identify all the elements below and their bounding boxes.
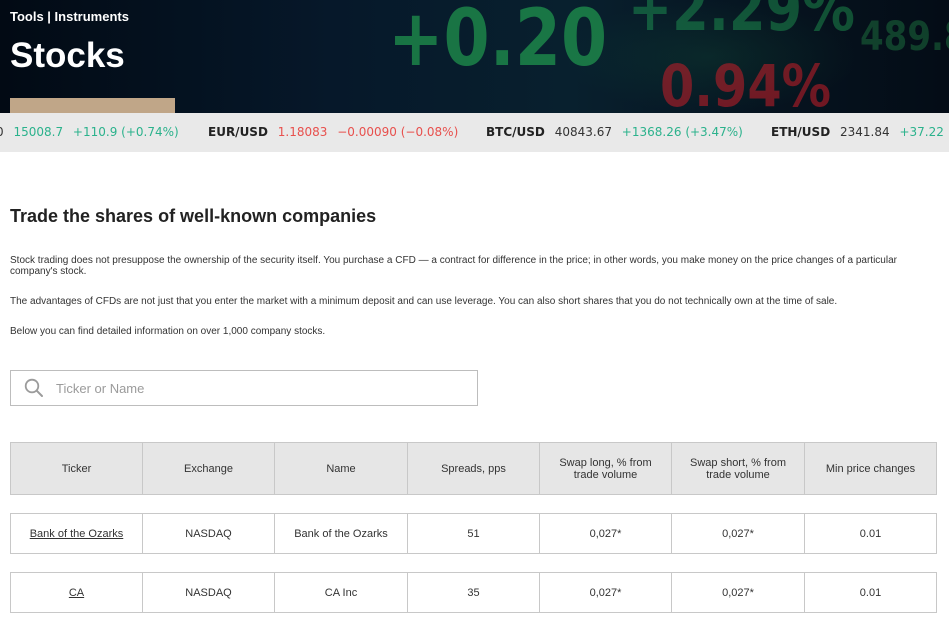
- name-cell: CA Inc: [274, 572, 408, 613]
- table-row: CA NASDAQ CA Inc 35 0,027* 0,027* 0.01: [10, 572, 937, 613]
- search-input[interactable]: [56, 371, 466, 405]
- min-price-cell: 0.01: [804, 513, 937, 554]
- ticker-link[interactable]: Bank of the Ozarks: [30, 528, 124, 540]
- spreads-cell: 51: [407, 513, 540, 554]
- ticker-change: +1368.26: [621, 125, 682, 139]
- swap-long-cell: 0,027*: [539, 572, 672, 613]
- ticker-percent: (+0.74%): [121, 125, 179, 139]
- ticker-price: 2341.84: [839, 125, 890, 139]
- swap-long-cell: 0,027*: [539, 513, 672, 554]
- breadcrumb[interactable]: Tools | Instruments: [10, 9, 129, 24]
- ticker-item[interactable]: ETH/USD 2341.84 +37.22: [771, 113, 944, 152]
- ticker-cell: Bank of the Ozarks: [10, 513, 143, 554]
- column-header-name[interactable]: Name: [274, 442, 408, 495]
- ticker-link[interactable]: CA: [69, 587, 84, 599]
- swap-short-cell: 0,027*: [671, 572, 805, 613]
- ticker-change: +37.22: [899, 125, 944, 139]
- column-header-min-price-changes[interactable]: Min price changes: [804, 442, 937, 495]
- ticker-price: 15008.7: [13, 125, 64, 139]
- page-title: Stocks: [10, 36, 125, 75]
- column-header-swap-long[interactable]: Swap long, % from trade volume: [539, 442, 672, 495]
- price-ticker: 0 15008.7 +110.9 (+0.74%) EUR/USD 1.1808…: [0, 113, 949, 152]
- table-header: Ticker Exchange Name Spreads, pps Swap l…: [10, 442, 937, 495]
- ticker-change: +110.9: [72, 125, 118, 139]
- background-number: 489.88: [860, 14, 949, 60]
- hero-banner: +0.20 +2.29% 0.94% 489.88 Tools | Instru…: [0, 0, 949, 113]
- advantages-paragraph: The advantages of CFDs are not just that…: [10, 296, 838, 307]
- ticker-item[interactable]: 0 15008.7 +110.9 (+0.74%): [0, 113, 179, 152]
- exchange-cell: NASDAQ: [142, 572, 275, 613]
- spreads-cell: 35: [407, 572, 540, 613]
- ticker-percent: (+3.47%): [685, 125, 743, 139]
- ticker-item[interactable]: BTC/USD 40843.67 +1368.26 (+3.47%): [486, 113, 743, 152]
- ticker-partial-prefix: 0: [0, 125, 4, 139]
- ticker-symbol: ETH/USD: [771, 125, 831, 139]
- column-header-spreads[interactable]: Spreads, pps: [407, 442, 540, 495]
- info-paragraph: Below you can find detailed information …: [10, 326, 326, 337]
- search-icon: [24, 378, 44, 398]
- table-row: Bank of the Ozarks NASDAQ Bank of the Oz…: [10, 513, 937, 554]
- intro-paragraph: Stock trading does not presuppose the ow…: [10, 255, 897, 277]
- ticker-price: 40843.67: [554, 125, 612, 139]
- column-header-swap-short[interactable]: Swap short, % from trade volume: [671, 442, 805, 495]
- section-title: Trade the shares of well-known companies: [10, 206, 377, 226]
- min-price-cell: 0.01: [804, 572, 937, 613]
- ticker-price: 1.18083: [277, 125, 328, 139]
- ticker-symbol: BTC/USD: [486, 125, 545, 139]
- column-header-ticker[interactable]: Ticker: [10, 442, 143, 495]
- name-cell: Bank of the Ozarks: [274, 513, 408, 554]
- ticker-symbol: EUR/USD: [208, 125, 268, 139]
- ticker-percent: (−0.08%): [400, 125, 459, 139]
- hero-accent-bar: [10, 98, 175, 113]
- ticker-change: −0.00090: [337, 125, 397, 139]
- hero-glow: [560, 0, 860, 113]
- swap-short-cell: 0,027*: [671, 513, 805, 554]
- search-box[interactable]: [10, 370, 478, 406]
- ticker-item[interactable]: EUR/USD 1.18083 −0.00090 (−0.08%): [208, 113, 458, 152]
- exchange-cell: NASDAQ: [142, 513, 275, 554]
- column-header-exchange[interactable]: Exchange: [142, 442, 275, 495]
- ticker-cell: CA: [10, 572, 143, 613]
